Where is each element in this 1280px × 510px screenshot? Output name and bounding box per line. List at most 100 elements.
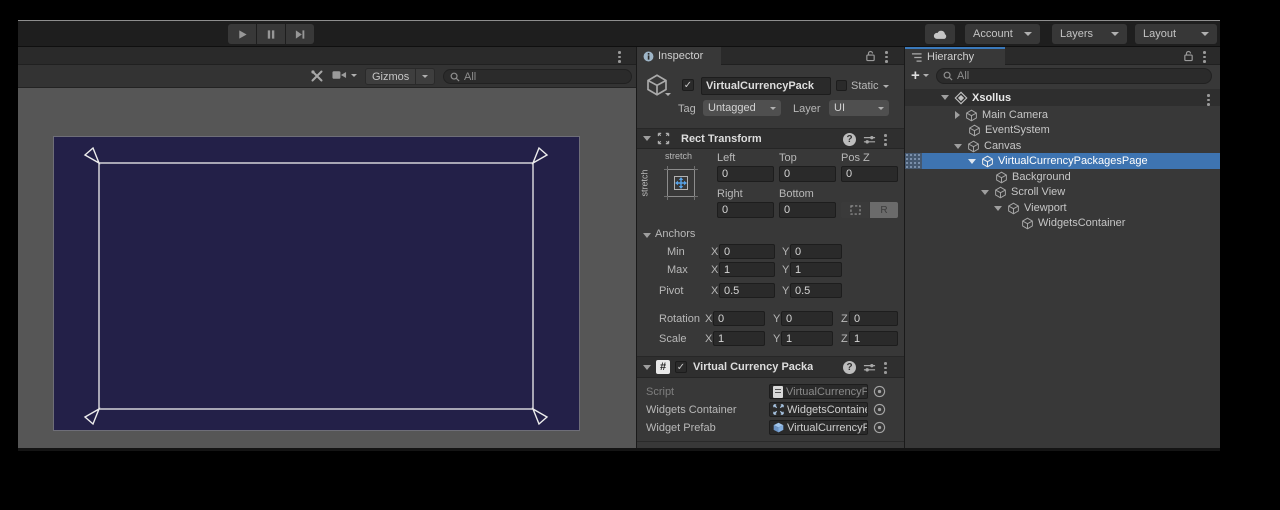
create-button[interactable]: + [911, 68, 929, 83]
layers-dropdown[interactable]: Layers [1052, 24, 1127, 44]
component-enabled-checkbox[interactable]: ✓ [675, 361, 687, 373]
inspector-panel: Inspector ✓ VirtualCurrencyPack Static T… [637, 47, 904, 448]
step-button[interactable] [286, 24, 314, 44]
play-icon [237, 29, 248, 40]
tab-hierarchy[interactable]: Hierarchy [905, 49, 1005, 65]
static-caret[interactable] [883, 85, 889, 88]
camera-dropdown[interactable] [332, 69, 357, 81]
tools-icon[interactable] [310, 69, 324, 83]
y-label: Y [782, 246, 789, 258]
blueprint-mode-button[interactable] [841, 202, 869, 218]
chevron-down-icon [1111, 32, 1119, 36]
pivot-y-field[interactable]: 0.5 [790, 283, 842, 298]
max-x-field[interactable]: 1 [719, 262, 775, 277]
foldout-icon[interactable] [955, 111, 960, 119]
scale-y-field[interactable]: 1 [781, 331, 833, 346]
scale-x-field[interactable]: 1 [713, 331, 765, 346]
gameobject-cube-icon [994, 186, 1007, 199]
layer-dropdown[interactable]: UI [829, 100, 889, 116]
foldout-icon[interactable] [954, 144, 962, 149]
lock-icon[interactable] [865, 50, 876, 62]
scene-icon [954, 91, 968, 105]
tree-row-virtualcurrencypackagespage[interactable]: VirtualCurrencyPackagesPage [905, 153, 1220, 169]
tree-row-background[interactable]: Background [905, 169, 1220, 185]
tree-row-scroll-view[interactable]: Scroll View [905, 184, 1220, 200]
hierarchy-menu-icon[interactable] [1203, 51, 1206, 63]
raw-edit-button[interactable]: R [870, 202, 898, 218]
tree-row-canvas[interactable]: Canvas [905, 138, 1220, 154]
foldout-icon[interactable] [643, 365, 651, 370]
left-field[interactable]: 0 [717, 166, 774, 182]
script-component-header[interactable]: # ✓ Virtual Currency Packa ? [637, 356, 904, 378]
rotation-z-field[interactable]: 0 [849, 311, 898, 326]
z-label: Z [841, 313, 848, 325]
y-label: Y [773, 333, 780, 345]
min-y-field[interactable]: 0 [790, 244, 842, 259]
active-checkbox[interactable]: ✓ [682, 79, 694, 91]
scale-label: Scale [659, 333, 687, 345]
main-toolbar: Account Layers Layout [18, 21, 1220, 47]
scene-viewport[interactable] [18, 88, 636, 448]
scene-search-value: All [464, 71, 476, 83]
scale-z-field[interactable]: 1 [849, 331, 898, 346]
hierarchy-search-input[interactable]: All [936, 68, 1212, 84]
script-object-field[interactable]: VirtualCurrencyP [769, 384, 868, 399]
x-label: X [705, 333, 712, 345]
y-label: Y [782, 264, 789, 276]
inspector-menu-icon[interactable] [885, 51, 888, 63]
anchors-foldout-icon[interactable] [643, 233, 651, 238]
account-dropdown[interactable]: Account [965, 24, 1040, 44]
static-checkbox[interactable] [836, 80, 847, 91]
posz-field[interactable]: 0 [841, 166, 898, 182]
lock-icon[interactable] [1183, 50, 1194, 62]
tree-row-eventsystem[interactable]: EventSystem [905, 122, 1220, 138]
gizmos-dropdown[interactable]: Gizmos [365, 68, 435, 85]
foldout-icon[interactable] [994, 206, 1002, 211]
rotation-x-field[interactable]: 0 [713, 311, 765, 326]
component-menu-icon[interactable] [884, 134, 887, 146]
scene-menu-icon[interactable] [618, 51, 621, 63]
tag-dropdown[interactable]: Untagged [703, 100, 781, 116]
name-field[interactable]: VirtualCurrencyPack [701, 77, 831, 95]
scene-search-input[interactable]: All [443, 69, 632, 84]
script-component-title: Virtual Currency Packa [693, 361, 813, 373]
rect-transform-header[interactable]: Rect Transform ? [637, 128, 904, 149]
help-icon[interactable]: ? [843, 361, 856, 374]
tree-row-viewport[interactable]: Viewport [905, 200, 1220, 216]
anchor-preset-widget[interactable] [662, 164, 700, 202]
info-icon [643, 51, 654, 62]
presets-icon[interactable] [863, 361, 876, 374]
widget-prefab-field[interactable]: VirtualCurrencyP [769, 420, 868, 435]
object-picker-icon[interactable] [873, 403, 886, 416]
foldout-icon[interactable] [643, 136, 651, 141]
help-icon[interactable]: ? [843, 133, 856, 146]
rotation-y-field[interactable]: 0 [781, 311, 833, 326]
object-picker-icon[interactable] [873, 385, 886, 398]
component-menu-icon[interactable] [884, 362, 887, 374]
object-picker-icon[interactable] [873, 421, 886, 434]
tab-inspector[interactable]: Inspector [637, 47, 721, 65]
stretch-label-left: stretch [640, 169, 650, 196]
scene-view-panel: Gizmos All [18, 47, 636, 448]
right-field[interactable]: 0 [717, 202, 774, 218]
bottom-field[interactable]: 0 [779, 202, 836, 218]
max-y-field[interactable]: 1 [790, 262, 842, 277]
chevron-down-icon [878, 107, 884, 110]
presets-icon[interactable] [863, 133, 876, 146]
min-x-field[interactable]: 0 [719, 244, 775, 259]
top-field[interactable]: 0 [779, 166, 836, 182]
layout-dropdown[interactable]: Layout [1135, 24, 1217, 44]
pause-button[interactable] [257, 24, 285, 44]
foldout-icon[interactable] [941, 95, 949, 100]
foldout-icon[interactable] [981, 190, 989, 195]
foldout-icon[interactable] [968, 159, 976, 164]
scene-row[interactable]: Xsollus [905, 89, 1220, 106]
widgets-container-field[interactable]: WidgetsContaine [769, 402, 868, 417]
cloud-button[interactable] [925, 24, 955, 44]
play-button[interactable] [228, 24, 256, 44]
gameobject-icon-caret[interactable] [665, 93, 671, 96]
pivot-x-field[interactable]: 0.5 [719, 283, 775, 298]
tree-row-main-camera[interactable]: Main Camera [905, 107, 1220, 123]
scene-row-menu-icon[interactable] [1207, 94, 1210, 106]
tree-row-widgetscontainer[interactable]: WidgetsContainer [905, 215, 1220, 231]
